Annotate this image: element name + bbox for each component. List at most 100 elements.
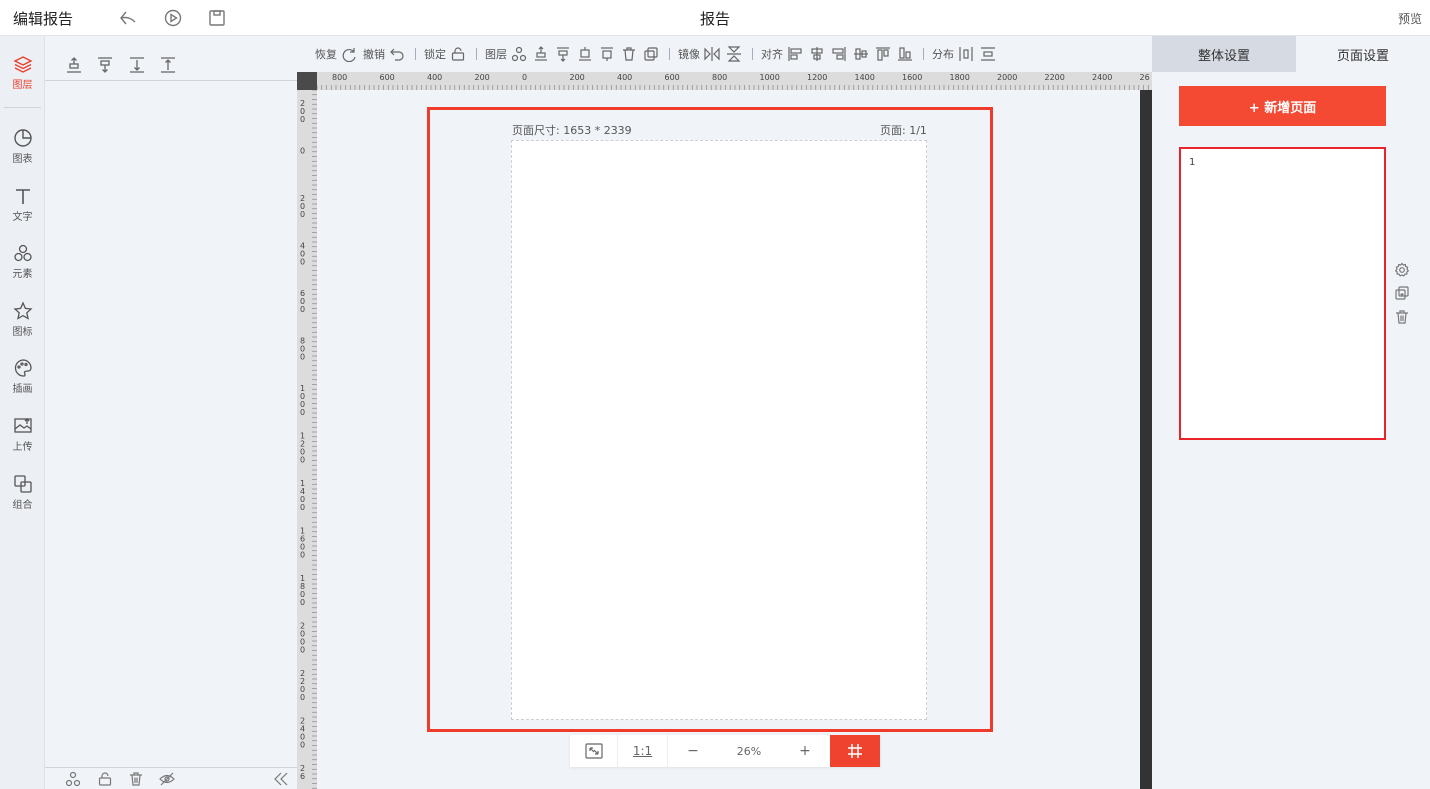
lock-label: 锁定 <box>424 48 446 61</box>
delete-page-icon[interactable] <box>1394 309 1410 325</box>
right-settings-panel: 整体设置 页面设置 + 新增页面 1 <box>1152 36 1430 789</box>
fit-screen-button[interactable] <box>570 735 618 767</box>
canvas-scrollbar[interactable] <box>1140 90 1152 789</box>
ruler-label: 0 <box>300 305 305 314</box>
align-top-icon[interactable] <box>875 46 891 62</box>
distribute-vertical-icon[interactable] <box>980 46 996 62</box>
align-bottom-icon[interactable] <box>897 46 913 62</box>
flip-vertical-icon[interactable] <box>726 46 742 62</box>
flip-horizontal-icon[interactable] <box>704 46 720 62</box>
rail-item-text[interactable]: 文字 <box>0 182 45 234</box>
actual-size-button[interactable]: 1:1 <box>618 735 668 767</box>
ruler-label: 1800 <box>950 73 970 82</box>
page-sheet[interactable] <box>511 140 927 720</box>
align-center-h-icon[interactable] <box>809 46 825 62</box>
layer-bring-forward-icon[interactable] <box>65 56 83 74</box>
align-middle-v-icon[interactable] <box>853 46 869 62</box>
tab-global-settings[interactable]: 整体设置 <box>1152 36 1296 72</box>
rail-item-layers[interactable]: 图层 <box>0 50 45 102</box>
mirror-label: 镜像 <box>678 48 700 61</box>
grid-toggle-button[interactable] <box>830 735 880 767</box>
lock-icon[interactable] <box>97 771 113 787</box>
rail-item-label: 图层 <box>12 80 33 91</box>
image-upload-icon <box>13 418 32 433</box>
page-settings-icon[interactable] <box>1394 262 1410 278</box>
ruler-label: 1000 <box>760 73 780 82</box>
rail-item-illustrations[interactable]: 插画 <box>0 354 45 406</box>
tab-page-settings[interactable]: 页面设置 <box>1296 36 1430 72</box>
ruler-label: 0 <box>300 456 305 465</box>
align-right-icon[interactable] <box>831 46 847 62</box>
rail-item-label: 元素 <box>12 269 33 280</box>
rail-item-combine[interactable]: 组合 <box>0 470 45 522</box>
page-title: 报告 <box>699 10 730 28</box>
ruler-label: 0 <box>300 210 305 219</box>
rail-item-elements[interactable]: 元素 <box>0 239 45 291</box>
group-icon[interactable] <box>511 46 527 62</box>
lock-open-icon[interactable] <box>450 46 466 62</box>
undo-label: 撤销 <box>363 48 385 61</box>
page-thumbnail-number: 1 <box>1189 157 1196 168</box>
rail-divider <box>4 107 41 108</box>
ruler-label: 400 <box>427 73 442 82</box>
layer-send-to-back-icon[interactable] <box>159 56 177 74</box>
ruler-label: 1600 <box>902 73 922 82</box>
duplicate-icon[interactable] <box>643 46 659 62</box>
rail-item-icons[interactable]: 图标 <box>0 297 45 349</box>
zoom-out-button[interactable]: − <box>668 735 718 767</box>
bring-to-front-icon[interactable] <box>577 46 593 62</box>
send-to-back-icon[interactable] <box>599 46 615 62</box>
duplicate-page-icon[interactable] <box>1394 285 1410 301</box>
delete-icon[interactable] <box>621 46 637 62</box>
ruler-label: 800 <box>712 73 727 82</box>
visibility-off-icon[interactable] <box>159 771 175 787</box>
ruler-label: 0 <box>300 551 305 560</box>
text-icon <box>15 189 30 204</box>
toolbar-separator <box>669 48 670 60</box>
ruler-label: 600 <box>665 73 680 82</box>
rail-item-charts[interactable]: 图表 <box>0 124 45 176</box>
page-thumbnail[interactable]: 1 <box>1179 147 1386 440</box>
rail-item-upload[interactable]: 上传 <box>0 412 45 464</box>
ruler-label: 1200 <box>807 73 827 82</box>
ruler-vertical: 2000200400600800100012001400160018002000… <box>297 90 317 789</box>
layer-label: 图层 <box>485 48 507 61</box>
layer-send-backward-icon[interactable] <box>96 56 114 74</box>
send-backward-icon[interactable] <box>555 46 571 62</box>
ruler-label: 2400 <box>1092 73 1112 82</box>
undo-icon[interactable] <box>389 46 405 62</box>
layer-toolbar <box>45 36 297 81</box>
zoom-in-button[interactable]: + <box>780 735 830 767</box>
editor-toolbar: 恢复 撤销 锁定 图层 镜像 对齐 分布 <box>297 36 1152 72</box>
distribute-horizontal-icon[interactable] <box>958 46 974 62</box>
layer-bring-to-front-icon[interactable] <box>128 56 146 74</box>
layer-panel <box>45 36 297 789</box>
zoom-level: 26% <box>736 744 762 758</box>
group-icon[interactable] <box>65 771 81 787</box>
toolbar-separator <box>752 48 753 60</box>
ruler-label: 0 <box>300 693 305 702</box>
add-page-button[interactable]: + 新增页面 <box>1179 86 1386 126</box>
ruler-label: 800 <box>332 73 347 82</box>
ruler-label: 6 <box>300 772 305 781</box>
grid-icon <box>848 744 862 758</box>
left-tool-rail: 图层 图表 文字 元素 图标 插画 上传 组合 <box>0 36 45 789</box>
bring-forward-icon[interactable] <box>533 46 549 62</box>
redo-label: 恢复 <box>315 48 337 61</box>
ruler-label: 2000 <box>997 73 1017 82</box>
ruler-label: 400 <box>617 73 632 82</box>
ruler-label: 0 <box>300 408 305 417</box>
ruler-label: 1400 <box>855 73 875 82</box>
redo-icon[interactable] <box>341 46 357 62</box>
delete-icon[interactable] <box>128 771 144 787</box>
ruler-label: 0 <box>300 353 305 362</box>
preview-button[interactable]: 预览 <box>1398 10 1422 27</box>
ruler-label: 0 <box>300 115 305 124</box>
rail-item-label: 图表 <box>12 154 33 165</box>
ruler-label: 0 <box>300 503 305 512</box>
collapse-panel-icon[interactable] <box>273 771 289 787</box>
layers-icon <box>12 56 33 73</box>
palette-icon <box>14 359 32 377</box>
pie-chart-icon <box>13 129 32 147</box>
align-left-icon[interactable] <box>787 46 803 62</box>
